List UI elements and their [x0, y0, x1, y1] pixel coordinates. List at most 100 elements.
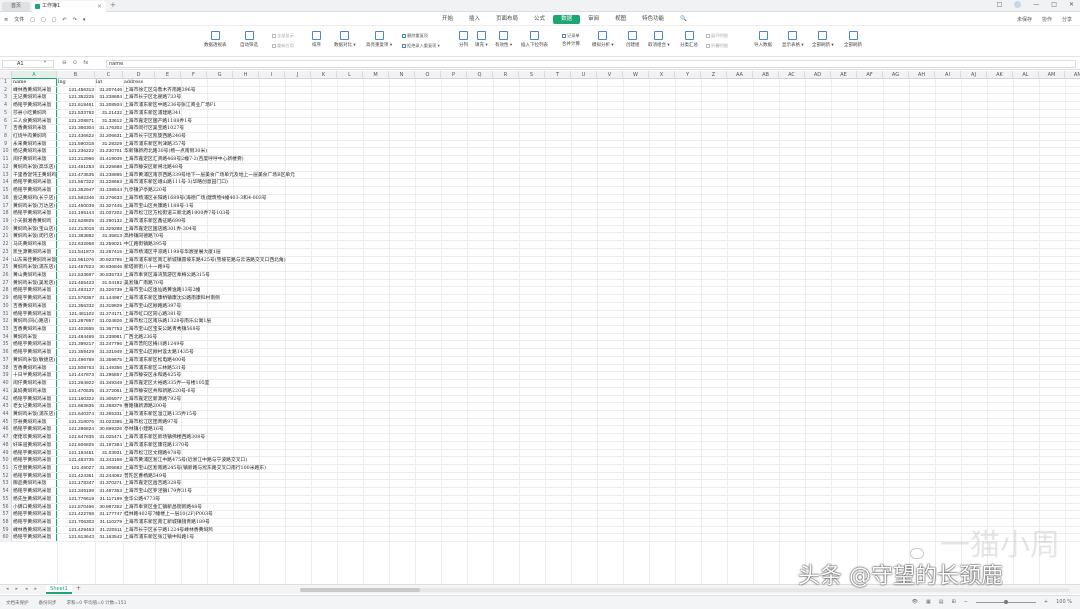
- row-number[interactable]: 25: [0, 264, 12, 271]
- row-number[interactable]: 29: [0, 295, 12, 302]
- lng-cell[interactable]: 121.613643: [57, 534, 95, 541]
- name-cell[interactable]: 杨铭宇黄焖鸡米饭: [12, 310, 57, 318]
- table-row[interactable]: 21 黄焖鸡米饭(闵行店) 121.383882 31.35813 高桥镇同德路70号: [0, 233, 1080, 242]
- row-number[interactable]: 11: [0, 156, 12, 163]
- address-cell[interactable]: 上海市浦东新区三林路531号: [123, 365, 543, 372]
- lng-cell[interactable]: 121.318075: [57, 419, 95, 426]
- insert-dropdown-button[interactable]: 插入下拉列表: [521, 31, 548, 48]
- lat-cell[interactable]: 31.024826: [95, 318, 123, 325]
- lat-cell[interactable]: 31.220511: [95, 527, 123, 534]
- name-cell[interactable]: 黄焖鸡米饭(浦东店): [12, 264, 57, 271]
- row-number[interactable]: 16: [0, 194, 12, 202]
- lat-cell[interactable]: 31.144987: [95, 295, 123, 302]
- lat-cell[interactable]: 31.138544: [95, 187, 123, 194]
- row-number[interactable]: 44: [0, 410, 12, 418]
- lng-cell[interactable]: 121.160322: [57, 396, 95, 403]
- address-cell[interactable]: 上海市浦东新区峨山路111号-3(华略创意园门口): [123, 179, 543, 186]
- address-cell[interactable]: 上海市松江区团青路97号: [123, 419, 543, 426]
- lat-cell[interactable]: 31.329288: [95, 226, 123, 233]
- address-cell[interactable]: 上海市宝山区罗泾镇179弄31号: [123, 488, 543, 495]
- column-header-g[interactable]: G: [207, 71, 233, 79]
- lng-cell[interactable]: 121.456313: [57, 87, 95, 94]
- lng-cell[interactable]: 121.570466: [57, 504, 95, 511]
- column-header-t[interactable]: T: [545, 71, 571, 79]
- name-cell[interactable]: 杨铭宇黄焖鸡米饭: [12, 488, 57, 495]
- collapse-detail-button[interactable]: 折叠明细: [706, 43, 728, 49]
- lat-cell[interactable]: 31.230701: [95, 148, 123, 155]
- lng-cell[interactable]: 121.424361: [57, 473, 95, 480]
- table-row[interactable]: 28 杨铭宇黄焖鸡米饭 121.493127 31.326739 上海市宝山区逸仙路黄逸…: [0, 287, 1080, 296]
- zoom-slider[interactable]: [975, 599, 1036, 604]
- address-cell[interactable]: 上海市嘉定区国店路301弄-304号: [123, 226, 543, 233]
- lng-cell[interactable]: 121.287897: [57, 318, 95, 325]
- tab-page-layout[interactable]: 页面布局: [488, 15, 526, 24]
- pivot-table-button[interactable]: 数据透视表: [204, 31, 227, 48]
- address-cell[interactable]: 上海市宝山区淞南路245号(镇新路与淞东路交叉口南行100米路东): [123, 465, 543, 472]
- formula-input[interactable]: name: [106, 60, 1076, 68]
- table-row[interactable]: 24 山东来佳黄焖鸡米饭 121.951076 30.923795 上海市浦东新区南汇新…: [0, 256, 1080, 265]
- column-header-ab[interactable]: AB: [753, 71, 779, 79]
- address-cell[interactable]: 上海市长宁区凯旋西路246号: [123, 133, 543, 140]
- column-header-j[interactable]: J: [285, 71, 311, 79]
- lng-cell[interactable]: 121.951076: [57, 257, 95, 264]
- name-cell[interactable]: 佬佬欢黄焖鸡米饭: [12, 434, 57, 441]
- table-row[interactable]: 49 杨铭宇黄焖鸡米饭 121.193451 31.03931 上海市松江区文翔路478…: [0, 449, 1080, 458]
- row-number[interactable]: 47: [0, 434, 12, 441]
- tab-special[interactable]: 特色功能: [634, 15, 672, 24]
- lat-cell[interactable]: 31.110279: [95, 519, 123, 526]
- table-row[interactable]: 26 黄山黄焖鸡米饭 121.533697 30.835733 上海市奉贤区海湾旅游区奉…: [0, 272, 1080, 280]
- lng-cell[interactable]: 121.193451: [57, 450, 95, 457]
- name-cell[interactable]: 杨铭宇黄焖鸡米饭: [12, 341, 57, 349]
- address-cell[interactable]: 上海市浦东新区温江路135弄15号: [123, 411, 543, 418]
- address-cell[interactable]: 上海市浦东新区鑫征路699号: [123, 218, 543, 225]
- table-row[interactable]: 54 杨铭宇黄焖鸡米饭 121.349199 31.487353 上海市宝山区罗泾镇17…: [0, 488, 1080, 496]
- row-number[interactable]: 4: [0, 102, 12, 109]
- zoom-in-button[interactable]: +: [1044, 599, 1048, 605]
- address-cell[interactable]: 普陀区曹杨路549号: [123, 473, 543, 480]
- address-cell[interactable]: 曹路镇新源路200号: [123, 403, 543, 410]
- row-number[interactable]: 43: [0, 403, 12, 410]
- address-cell[interactable]: 广西北路236号: [123, 334, 543, 341]
- table-row[interactable]: 20 黄焖鸡米饭(宝山店) 121.213018 31.329288 上海市嘉定区国店路…: [0, 225, 1080, 234]
- address-cell[interactable]: 高桥镇同德路70号: [123, 233, 543, 240]
- row-number[interactable]: 9: [0, 140, 12, 148]
- tab-insert[interactable]: 插入: [461, 15, 488, 24]
- name-box[interactable]: A1: [2, 60, 54, 68]
- name-cell[interactable]: 壹记黄焖鸡(长宁店): [12, 194, 57, 202]
- name-cell[interactable]: 永来黄焖鸡米饭: [12, 140, 57, 148]
- minimize-icon[interactable]: —: [1033, 1, 1039, 8]
- table-row[interactable]: 29 杨铭宇黄焖鸡米饭 121.578367 31.144987 上海市浦东新区康桥镇康…: [0, 295, 1080, 303]
- table-row[interactable]: 31 杨铭宇黄焖鸡米饭 121.481102 31.274171 上海市虹口区同心路38…: [0, 310, 1080, 319]
- name-cell[interactable]: 莎县黄焖鸡米饭: [12, 418, 57, 426]
- name-cell[interactable]: 嵊林香黄焖鸡米饭: [12, 526, 57, 534]
- column-header-z[interactable]: Z: [701, 71, 727, 79]
- name-cell[interactable]: 黄山黄焖鸡米饭: [12, 272, 57, 279]
- column-header-i[interactable]: I: [259, 71, 285, 79]
- row-number[interactable]: 24: [0, 256, 12, 264]
- lng-cell[interactable]: 121.628825: [57, 218, 95, 225]
- table-row[interactable]: 9 永来黄焖鸡米饭 121.590318 31.28329 上海市浦东新区利津路357号: [0, 140, 1080, 149]
- lat-cell[interactable]: 31.305682: [95, 465, 123, 472]
- name-cell[interactable]: 吴妈黄焖鸡米饭: [12, 387, 57, 395]
- address-cell[interactable]: 上海市普陀区梅川路1249号: [123, 341, 543, 348]
- row-number[interactable]: 31: [0, 310, 12, 318]
- column-header-s[interactable]: S: [519, 71, 545, 79]
- lng-cell[interactable]: 121.436622: [57, 133, 95, 140]
- address-cell[interactable]: 上海市宝山区顾村莲太路1435号: [123, 349, 543, 356]
- row-number[interactable]: 6: [0, 117, 12, 125]
- lng-cell[interactable]: 121.429463: [57, 527, 95, 534]
- row-number[interactable]: 57: [0, 511, 12, 519]
- name-cell[interactable]: 红烧牛肉黄焖鸡: [12, 133, 57, 140]
- address-cell[interactable]: address: [123, 79, 543, 86]
- table-row[interactable]: 10 杨记黄焖鸡米饭 121.236222 31.230701 华新镇新府北路30号(杨…: [0, 148, 1080, 157]
- row-number[interactable]: 53: [0, 480, 12, 488]
- validity-button[interactable]: 有效性 ▾: [495, 31, 512, 48]
- name-cell[interactable]: 闹仔黄焖鸡米饭: [12, 156, 57, 163]
- file-menu[interactable]: 文件: [14, 16, 24, 23]
- lat-cell[interactable]: 31.21432: [95, 110, 123, 117]
- what-if-button[interactable]: 模拟分析 ▾: [592, 31, 614, 48]
- address-cell[interactable]: 九亭镇沪亭路220号: [123, 187, 543, 194]
- lng-cell[interactable]: lng: [57, 79, 95, 86]
- table-row[interactable]: 33 吉香黄焖鸡米饭 121.402655 31.367753 上海市宝山区宝安公路青秀…: [0, 326, 1080, 334]
- row-number[interactable]: 18: [0, 210, 12, 217]
